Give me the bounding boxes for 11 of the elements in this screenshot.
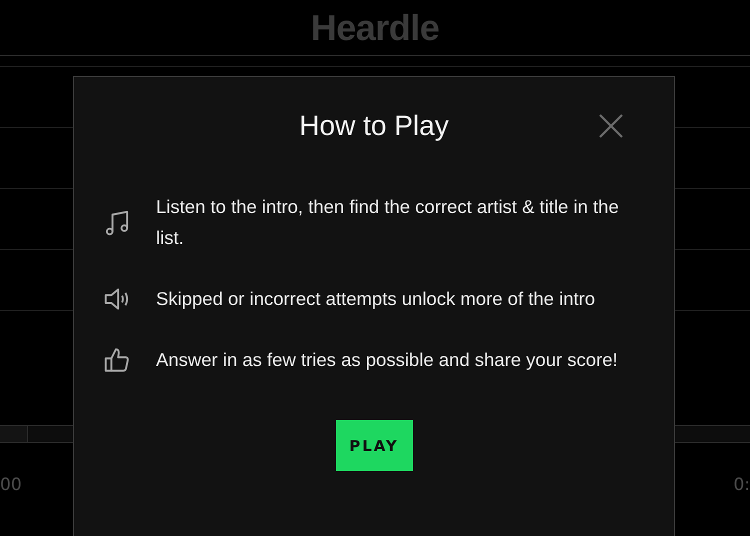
instruction-text: Answer in as few tries as possible and share your score! — [156, 348, 619, 372]
instruction-text: Listen to the intro, then find the correct artist & title in the list. — [156, 195, 620, 250]
close-icon — [598, 113, 624, 139]
play-button[interactable]: PLAY — [336, 420, 412, 471]
close-button[interactable] — [598, 113, 624, 139]
time-label: 0: — [733, 475, 750, 495]
thumbs-up-icon — [102, 346, 132, 373]
instruction-text: Skipped or incorrect attempts unlock more of the intro — [156, 287, 596, 311]
time-label: 00 — [0, 475, 22, 495]
modal-title: How to Play — [299, 110, 449, 142]
app-title: Heardle — [310, 6, 440, 48]
